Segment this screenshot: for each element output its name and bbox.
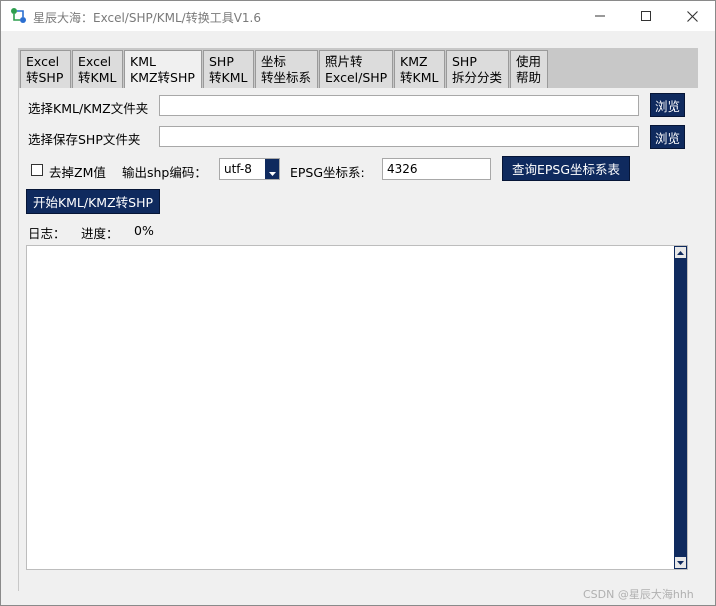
tab-kml-kmz-to-shp[interactable]: KML KMZ转SHP: [124, 50, 202, 89]
dropdown-arrow[interactable]: [265, 159, 279, 179]
tab-coordinate-convert[interactable]: 坐标 转坐标系: [255, 50, 318, 88]
arrow-down-icon: [677, 560, 684, 565]
scroll-up-button[interactable]: [675, 247, 686, 258]
tab-label-line1: KML: [130, 54, 156, 69]
encoding-label: 输出shp编码：: [122, 165, 207, 180]
tab-label-line2: KMZ转SHP: [130, 70, 195, 85]
browse-input-button[interactable]: 浏览: [650, 93, 685, 117]
tab-label-line1: SHP: [209, 54, 234, 69]
tab-photo-to-excel-shp[interactable]: 照片转 Excel/SHP: [319, 50, 393, 88]
close-button[interactable]: [669, 1, 715, 31]
scroll-down-button[interactable]: [675, 557, 686, 568]
tab-label-line1: 坐标: [261, 54, 287, 69]
tab-label-line2: 转SHP: [26, 70, 64, 85]
maximize-icon: [641, 11, 651, 21]
tab-excel-to-shp[interactable]: Excel 转SHP: [20, 50, 71, 88]
start-convert-button[interactable]: 开始KML/KMZ转SHP: [26, 189, 160, 214]
close-icon: [686, 10, 698, 22]
tab-label-line2: 转KML: [209, 70, 248, 85]
query-epsg-button[interactable]: 查询EPSG坐标系表: [502, 156, 630, 181]
tab-label-line2: 拆分分类: [452, 70, 503, 85]
tab-label-line2: 转KML: [78, 70, 117, 85]
window-title: 星辰大海：Excel/SHP/KML/转换工具V1.6: [33, 11, 261, 25]
maximize-button[interactable]: [623, 1, 669, 31]
minimize-icon: [595, 15, 605, 17]
title-bar: 星辰大海：Excel/SHP/KML/转换工具V1.6: [1, 1, 715, 31]
encoding-select[interactable]: utf-8: [219, 158, 280, 180]
tab-shp-split-classify[interactable]: SHP 拆分分类: [446, 50, 509, 88]
tab-label-line2: Excel/SHP: [325, 70, 388, 85]
minimize-button[interactable]: [577, 1, 623, 31]
tab-label-line1: Excel: [78, 54, 112, 69]
input-folder-label: 选择KML/KMZ文件夹: [28, 101, 149, 116]
tab-excel-to-kml[interactable]: Excel 转KML: [72, 50, 123, 88]
tab-panel-kml-kmz-to-shp: 选择KML/KMZ文件夹 浏览 选择保存SHP文件夹 浏览 去掉ZM值 输出sh…: [18, 88, 698, 591]
output-folder-field[interactable]: [159, 126, 639, 147]
remove-zm-checkbox[interactable]: [31, 164, 43, 176]
tab-label-line2: 帮助: [516, 70, 542, 85]
tab-label-line1: SHP: [452, 54, 477, 69]
epsg-label: EPSG坐标系:: [290, 165, 365, 180]
chevron-down-icon: [268, 172, 276, 176]
tab-label-line2: 转坐标系: [261, 70, 312, 85]
tab-help[interactable]: 使用 帮助: [510, 50, 548, 88]
epsg-input[interactable]: [382, 158, 491, 180]
progress-label: 进度：: [81, 226, 119, 241]
log-scrollbar[interactable]: [674, 246, 687, 569]
tab-bar: Excel 转SHP Excel 转KML KML KMZ转SHP SHP 转K…: [18, 48, 698, 89]
encoding-selected-value: utf-8: [224, 162, 252, 176]
app-logo-icon: [11, 8, 26, 23]
tab-label-line1: 照片转: [325, 54, 363, 69]
input-folder-field[interactable]: [159, 95, 639, 116]
watermark-text: CSDN @星辰大海hhh: [583, 588, 694, 601]
output-folder-label: 选择保存SHP文件夹: [28, 132, 141, 147]
log-label: 日志：: [28, 226, 66, 241]
tab-label-line1: Excel: [26, 54, 60, 69]
arrow-up-icon: [677, 250, 684, 255]
app-window: 星辰大海：Excel/SHP/KML/转换工具V1.6 Excel 转SHP E…: [0, 0, 716, 606]
tab-label-line2: 转KML: [400, 70, 439, 85]
tab-shp-to-kml[interactable]: SHP 转KML: [203, 50, 254, 88]
tab-label-line1: KMZ: [400, 54, 428, 69]
progress-value: 0%: [134, 223, 154, 238]
tab-label-line1: 使用: [516, 54, 542, 69]
browse-output-button[interactable]: 浏览: [650, 125, 685, 149]
remove-zm-label: 去掉ZM值: [49, 165, 106, 180]
tab-kmz-to-kml[interactable]: KMZ 转KML: [394, 50, 445, 88]
log-textarea[interactable]: [26, 245, 688, 570]
